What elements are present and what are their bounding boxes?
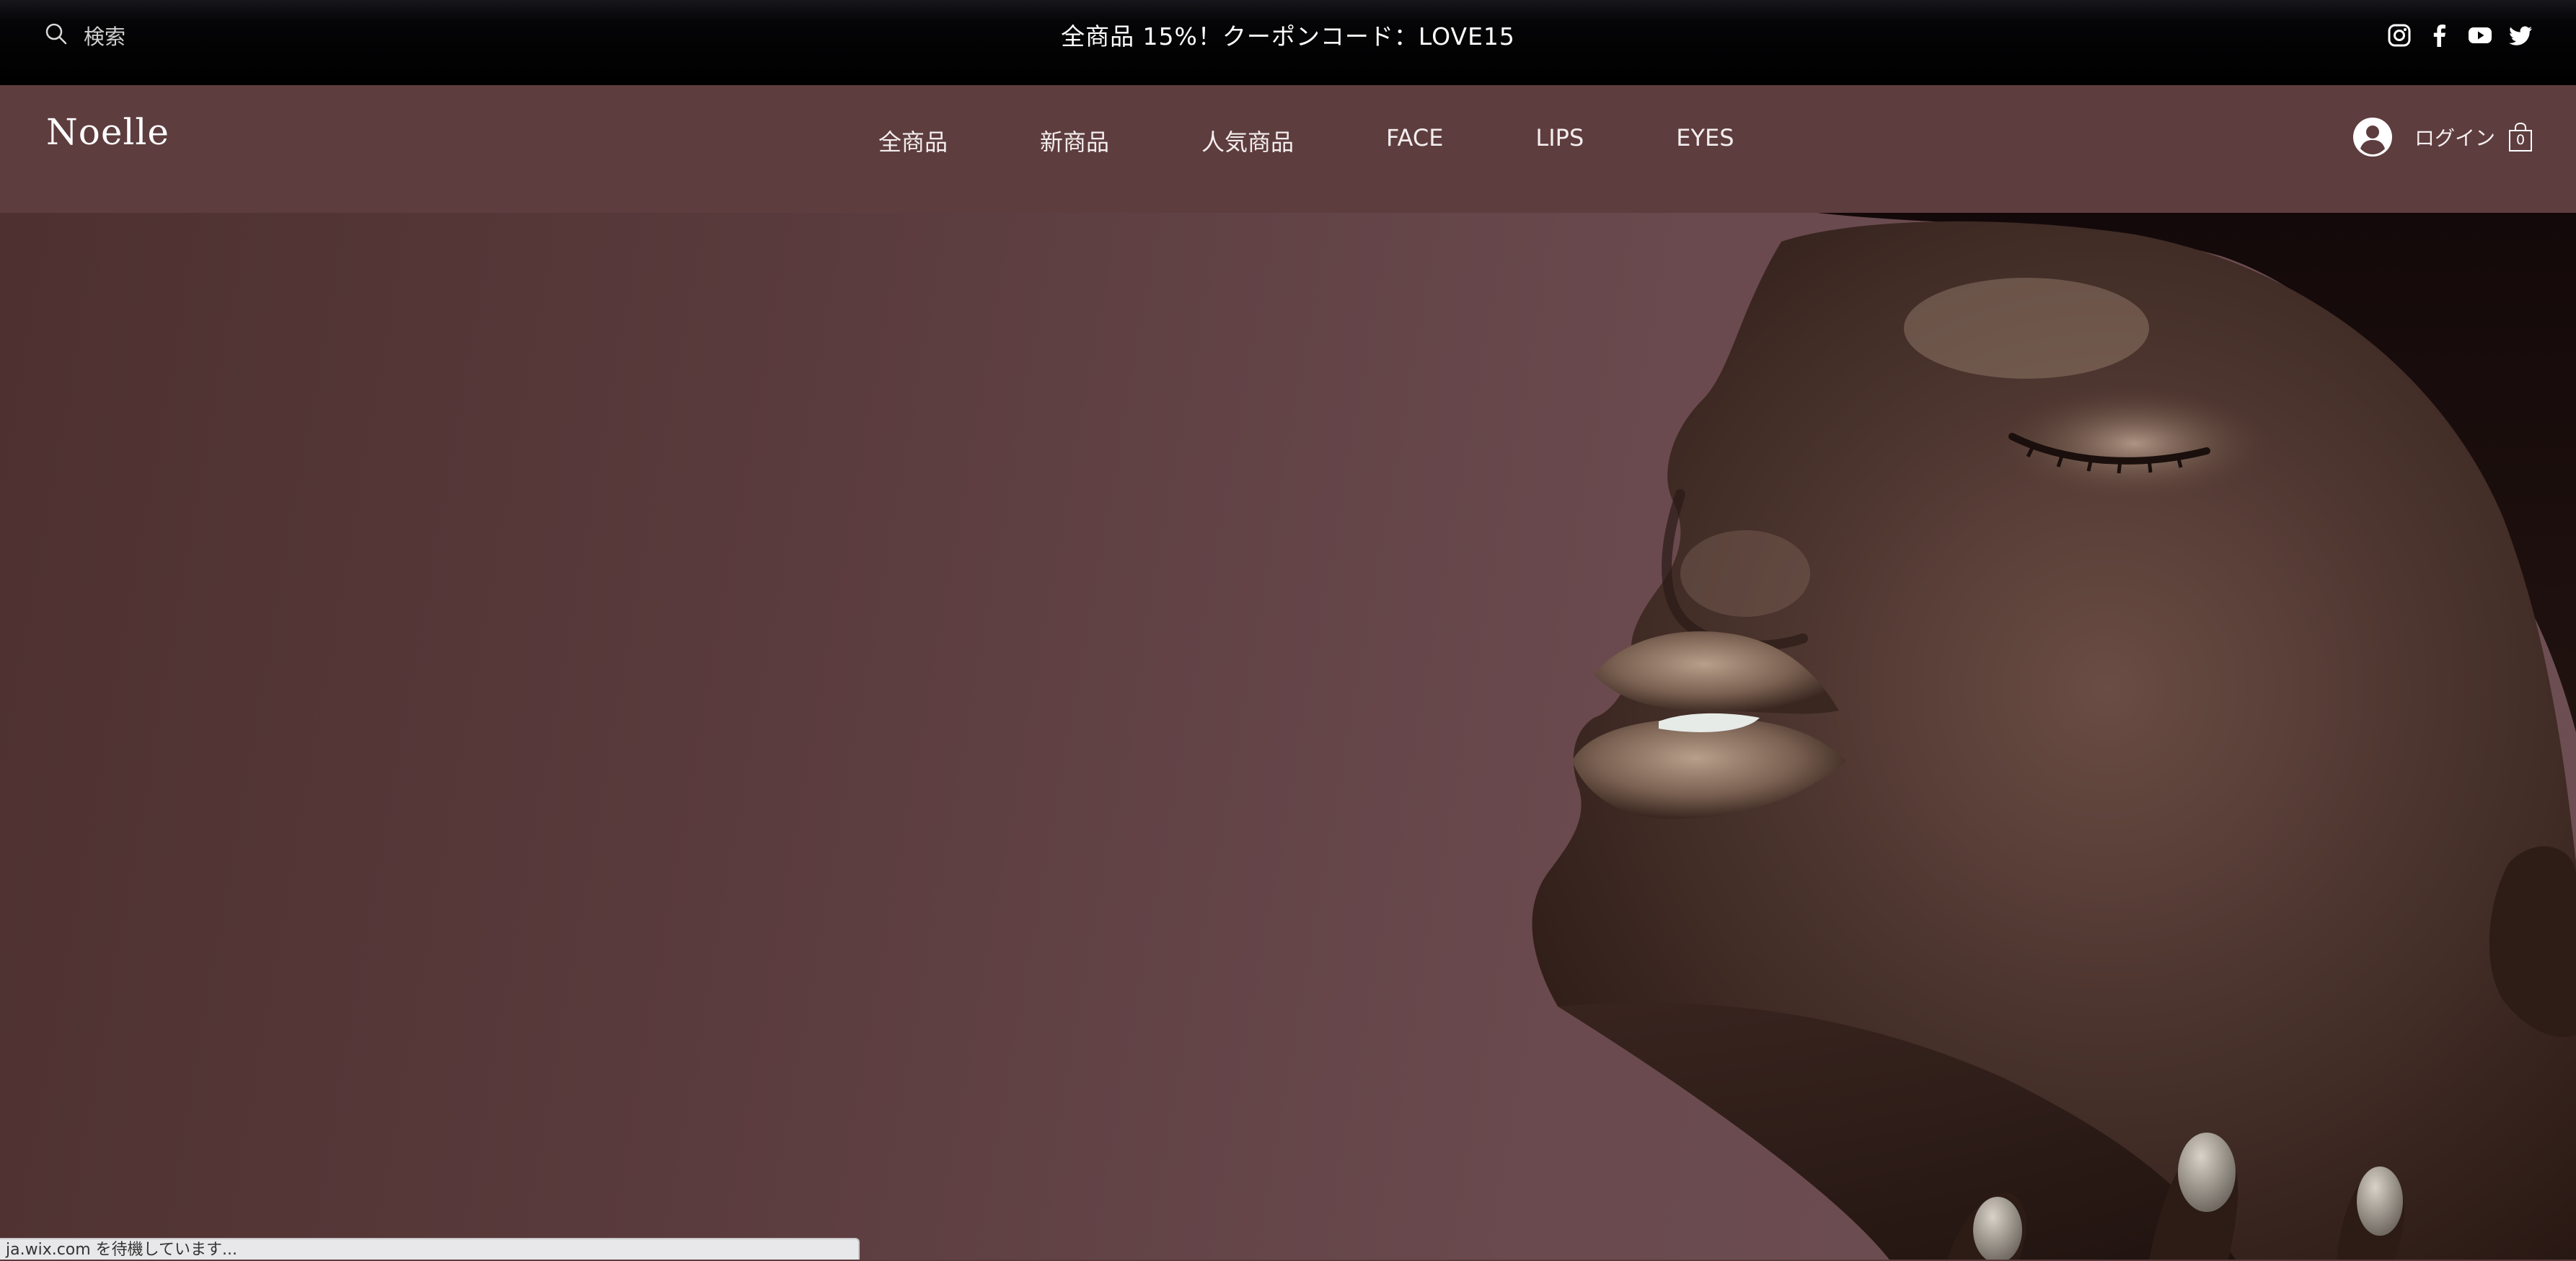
facebook-icon[interactable]: [2427, 23, 2452, 48]
avatar-icon[interactable]: [2352, 117, 2393, 157]
nav-item-new-products[interactable]: 新商品: [1040, 124, 1109, 157]
youtube-icon[interactable]: [2468, 23, 2492, 48]
hero-banner: [0, 213, 2576, 1260]
site-header: Noelle 全商品 新商品 人気商品 FACE LIPS EYES ログイン …: [0, 85, 2576, 213]
announcement-bar: 検索 全商品 15%！クーポンコード：LOVE15: [0, 0, 2576, 85]
promo-text: 全商品 15%！クーポンコード：LOVE15: [1061, 22, 1515, 50]
social-links: [2387, 23, 2533, 48]
nav-item-eyes[interactable]: EYES: [1676, 124, 1734, 157]
cart-count: 0: [2515, 132, 2526, 148]
hero-portrait-image: [1532, 213, 2576, 1260]
site-logo[interactable]: Noelle: [46, 111, 169, 153]
nav-item-face[interactable]: FACE: [1386, 124, 1443, 157]
cart-button[interactable]: 0: [2508, 122, 2533, 152]
instagram-icon[interactable]: [2387, 23, 2412, 48]
nav-item-all-products[interactable]: 全商品: [878, 124, 948, 157]
nav-item-popular-products[interactable]: 人気商品: [1201, 124, 1294, 157]
twitter-icon[interactable]: [2508, 23, 2533, 48]
main-nav: 全商品 新商品 人気商品 FACE LIPS EYES: [878, 124, 1734, 157]
login-link[interactable]: ログイン: [2414, 123, 2495, 151]
browser-status-bar: ja.wix.com を待機しています...: [0, 1238, 860, 1260]
nav-item-lips[interactable]: LIPS: [1535, 124, 1584, 157]
account-area: ログイン 0: [2352, 117, 2533, 157]
